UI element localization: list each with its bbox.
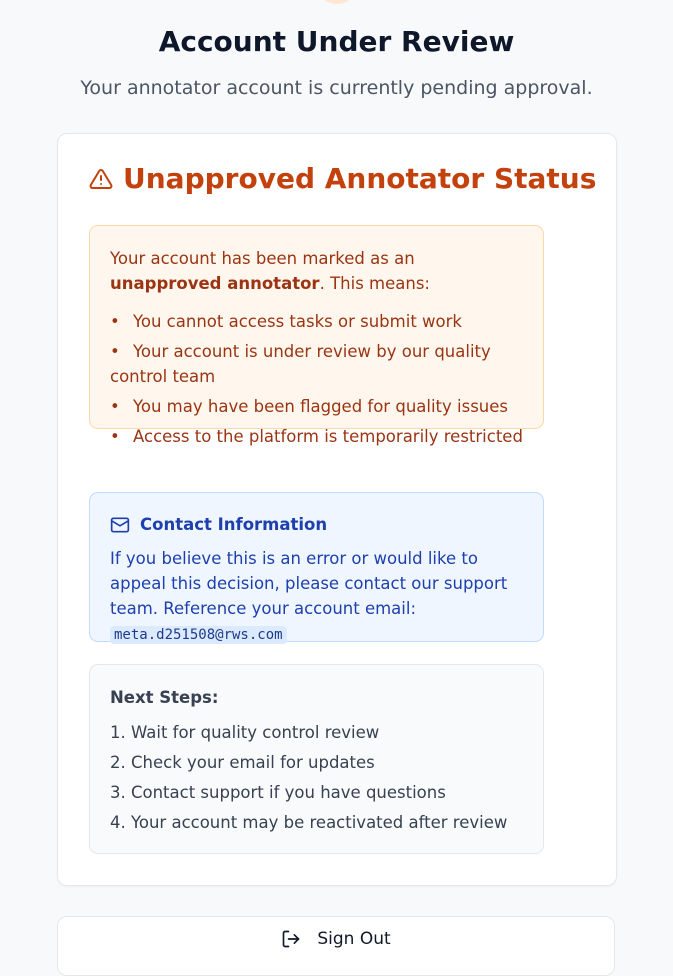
warning-list-item: • You cannot access tasks or submit work	[110, 309, 523, 334]
sign-out-content: Sign Out	[58, 929, 614, 949]
bullet-marker: •	[110, 342, 120, 361]
page-title: Account Under Review	[158, 25, 515, 58]
next-step-item: 3. Contact support if you have questions	[110, 783, 446, 802]
warning-list-item: • Access to the platform is temporarily r…	[110, 424, 523, 449]
mail-icon	[110, 515, 130, 535]
next-step-item: 2. Check your email for updates	[110, 753, 375, 772]
bullet-marker: •	[110, 427, 120, 446]
header-avatar-circle	[316, 0, 358, 4]
page-subtitle: Your annotator account is currently pend…	[80, 77, 593, 99]
warning-box: Your account has been marked as an unapp…	[89, 225, 544, 446]
contact-message: If you believe this is an error or would…	[110, 549, 508, 618]
warning-list-item: • Your account is under review by our qua…	[110, 339, 523, 389]
warning-intro-bold: unapproved annotator	[110, 274, 320, 293]
warning-list-item: • You may have been flagged for quality i…	[110, 394, 523, 419]
next-step-item: 1. Wait for quality control review	[110, 723, 380, 742]
contact-heading-text: Contact Information	[140, 515, 328, 534]
review-card: Unapproved Annotator Status Your account…	[57, 133, 617, 886]
sign-out-label: Sign Out	[317, 929, 391, 949]
warning-item-text: You cannot access tasks or submit work	[133, 312, 462, 331]
sign-out-icon	[281, 929, 301, 949]
next-step-item: 4. Your account may be reactivated after…	[110, 813, 508, 832]
account-email: meta.d251508@rws.com	[110, 626, 287, 644]
contact-text: If you believe this is an error or would…	[110, 546, 523, 648]
next-steps-box: Next Steps: 1. Wait for quality control …	[89, 664, 544, 854]
warning-intro-suffix: . This means:	[319, 274, 430, 293]
warning-intro-prefix: Your account has been marked as an	[110, 249, 415, 268]
contact-box: Contact Information If you believe this …	[89, 492, 544, 644]
warning-triangle-icon	[89, 167, 113, 191]
sign-out-button[interactable]: Sign Out	[57, 916, 615, 976]
warning-item-text: Your account is under review by our qual…	[110, 342, 491, 386]
warning-intro: Your account has been marked as an unapp…	[110, 246, 523, 296]
bullet-marker: •	[110, 397, 120, 416]
contact-heading: Contact Information	[110, 513, 523, 537]
bullet-marker: •	[110, 312, 120, 331]
status-heading: Unapproved Annotator Status	[89, 160, 596, 198]
status-heading-text: Unapproved Annotator Status	[123, 162, 597, 195]
next-steps-list: 1. Wait for quality control review 2. Ch…	[110, 720, 523, 835]
warning-list: • You cannot access tasks or submit work …	[110, 309, 523, 449]
warning-item-text: Access to the platform is temporarily re…	[133, 427, 523, 446]
warning-item-text: You may have been flagged for quality is…	[133, 397, 509, 416]
next-steps-heading: Next Steps:	[110, 688, 219, 707]
